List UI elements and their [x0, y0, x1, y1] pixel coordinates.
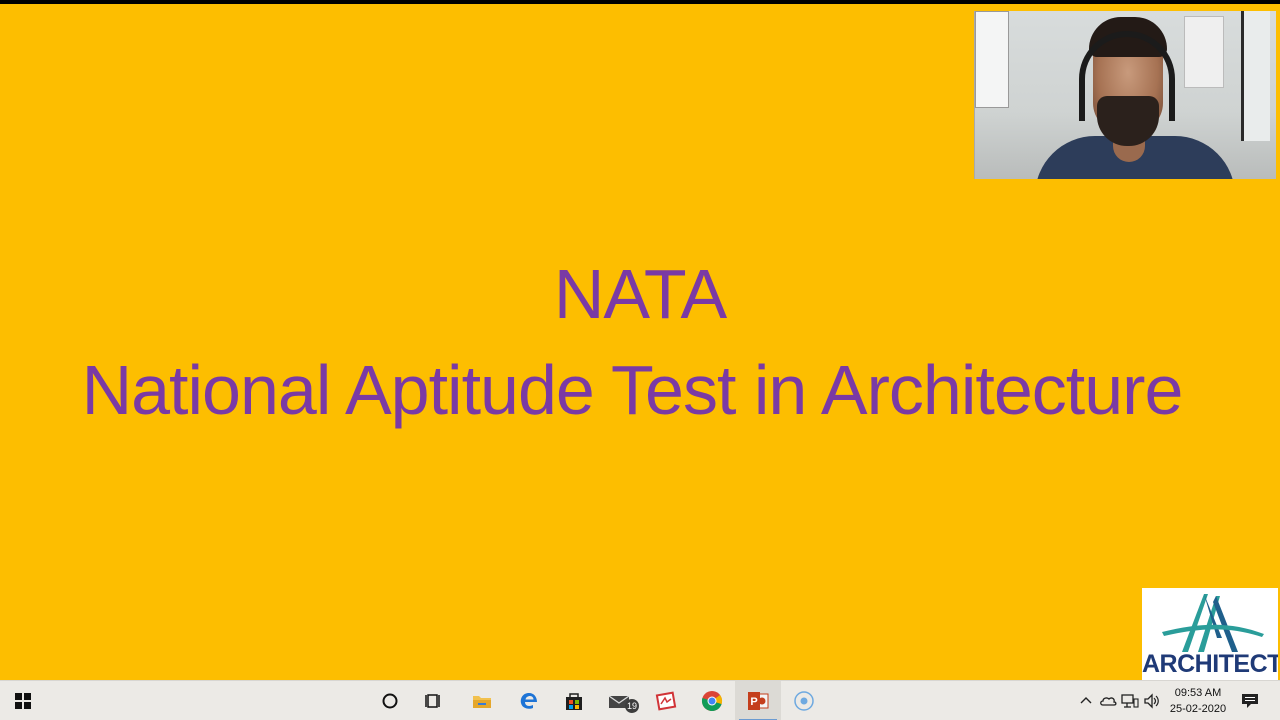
svg-text:P: P — [750, 696, 757, 708]
edge-icon — [520, 693, 537, 709]
screen: NATA National Aptitude Test in Architect… — [0, 0, 1280, 720]
action-center-button[interactable] — [1240, 691, 1260, 711]
cortana-search-icon — [382, 693, 398, 709]
chrome-icon — [701, 691, 723, 712]
store-button[interactable] — [551, 681, 597, 720]
whiteboard — [975, 11, 1009, 108]
powerpoint-button[interactable]: P — [735, 681, 781, 720]
task-view-button[interactable] — [411, 681, 457, 720]
start-button[interactable] — [0, 681, 46, 720]
recording-button[interactable] — [781, 681, 827, 720]
slide-subtitle: National Aptitude Test in Architecture — [81, 351, 1184, 429]
clock-date: 25-02-2020 — [1169, 703, 1227, 715]
start-icon — [15, 693, 31, 709]
pdf-reader-button[interactable] — [643, 681, 689, 720]
speaker-icon — [1144, 693, 1159, 709]
network-icon — [1121, 694, 1139, 708]
chevron-up-icon — [1080, 697, 1092, 704]
notification-icon — [1242, 694, 1258, 708]
architects-logo-mark-icon — [1162, 594, 1264, 652]
store-icon — [566, 693, 582, 710]
headset-icon — [1079, 31, 1175, 121]
show-hidden-icons-button[interactable] — [1076, 691, 1096, 711]
edge-button[interactable] — [506, 681, 552, 720]
recording-icon — [794, 691, 814, 711]
file-explorer-icon — [473, 696, 491, 708]
file-explorer-button[interactable] — [459, 681, 505, 720]
onedrive-button[interactable] — [1098, 691, 1118, 711]
chrome-button[interactable] — [689, 681, 735, 720]
clock-time: 09:53 AM — [1174, 687, 1222, 699]
mail-unread-badge: 19 — [625, 699, 639, 713]
onedrive-cloud-icon — [1100, 697, 1117, 706]
architects-logo: ARCHITECTS — [1142, 588, 1278, 684]
logo-text: ARCHITECTS — [1142, 650, 1278, 678]
system-clock[interactable]: 09:53 AM 25-02-2020 — [1163, 685, 1233, 717]
cortana-button[interactable] — [367, 681, 413, 720]
webcam-overlay — [974, 11, 1276, 179]
slide-title: NATA — [553, 255, 727, 333]
windows-taskbar: 19 P 09:53 AM 25-02-2020 — [0, 680, 1280, 720]
pdf-reader-icon — [655, 691, 677, 711]
network-button[interactable] — [1120, 691, 1140, 711]
task-view-icon — [425, 694, 440, 708]
doorway — [1241, 11, 1270, 141]
powerpoint-icon: P — [748, 692, 769, 710]
volume-button[interactable] — [1142, 691, 1162, 711]
wall-shelf — [1184, 16, 1224, 88]
